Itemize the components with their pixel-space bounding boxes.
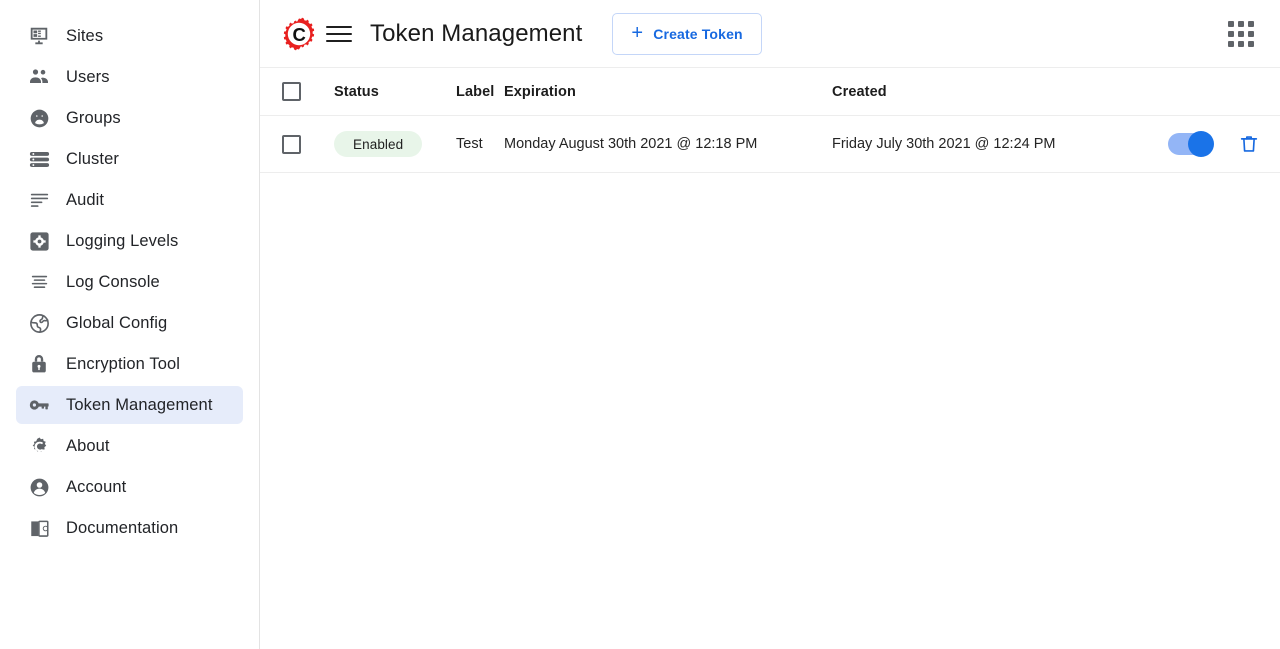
row-select-cell <box>282 134 334 154</box>
sidebar-item-encryption-tool[interactable]: Encryption Tool <box>16 345 243 383</box>
sidebar-item-account[interactable]: Account <box>16 468 243 506</box>
sidebar-item-logging-levels[interactable]: Logging Levels <box>16 222 243 260</box>
sidebar-item-groups[interactable]: Groups <box>16 99 243 137</box>
global-config-icon <box>26 310 52 336</box>
column-header-expiration[interactable]: Expiration <box>504 84 832 100</box>
sidebar-item-label: About <box>66 436 110 455</box>
top-bar: C Token Management + Create Token <box>260 0 1280 68</box>
app-root: Sites Users Groups Cluster Audit Logging… <box>0 0 1280 649</box>
sidebar-item-documentation[interactable]: Documentation <box>16 509 243 547</box>
sidebar-item-label: Global Config <box>66 313 168 332</box>
sidebar-item-log-console[interactable]: Log Console <box>16 263 243 301</box>
created-cell: Friday July 30th 2021 @ 12:24 PM <box>832 136 1056 152</box>
status-cell: Enabled <box>334 131 456 157</box>
users-icon <box>26 64 52 90</box>
row-actions-cell <box>1138 131 1260 157</box>
column-header-created[interactable]: Created <box>832 84 1138 100</box>
sites-icon <box>26 23 52 49</box>
label-cell: Test <box>456 136 483 152</box>
select-all-checkbox[interactable] <box>282 82 301 101</box>
sidebar-item-label: Sites <box>66 26 104 45</box>
log-console-icon <box>26 269 52 295</box>
plus-icon: + <box>631 21 644 44</box>
enable-toggle[interactable] <box>1168 131 1214 157</box>
sidebar-item-label: Audit <box>66 190 105 209</box>
sidebar-item-label: Account <box>66 477 127 496</box>
sidebar-item-sites[interactable]: Sites <box>16 17 243 55</box>
groups-icon <box>26 105 52 131</box>
token-management-icon <box>26 392 52 418</box>
about-icon <box>26 433 52 459</box>
sidebar-item-label: Log Console <box>66 272 160 291</box>
trash-icon[interactable] <box>1238 132 1260 156</box>
sidebar-item-audit[interactable]: Audit <box>16 181 243 219</box>
sidebar-item-about[interactable]: About <box>16 427 243 465</box>
account-icon <box>26 474 52 500</box>
sidebar-item-label: Documentation <box>66 518 179 537</box>
apps-grid-icon[interactable] <box>1228 20 1254 47</box>
encryption-tool-icon <box>26 351 52 377</box>
gear-c-logo-icon: C <box>282 17 316 51</box>
documentation-icon <box>26 515 52 541</box>
sidebar-item-global-config[interactable]: Global Config <box>16 304 243 342</box>
sidebar-item-cluster[interactable]: Cluster <box>16 140 243 178</box>
cluster-icon <box>26 146 52 172</box>
status-badge: Enabled <box>334 131 423 157</box>
main-content: C Token Management + Create Token Status… <box>260 0 1280 649</box>
table-row[interactable]: Enabled Test Monday August 30th 2021 @ 1… <box>260 116 1280 173</box>
tokens-table: Status Label Expiration Created Enabled … <box>260 68 1280 649</box>
column-header-label[interactable]: Label <box>456 84 504 100</box>
sidebar-item-token-management[interactable]: Token Management <box>16 386 243 424</box>
sidebar: Sites Users Groups Cluster Audit Logging… <box>0 0 260 649</box>
sidebar-item-label: Token Management <box>66 395 213 414</box>
column-header-status[interactable]: Status <box>334 84 456 100</box>
row-checkbox[interactable] <box>282 134 301 154</box>
sidebar-item-label: Cluster <box>66 149 119 168</box>
hamburger-menu-icon[interactable] <box>324 19 354 49</box>
table-header-row: Status Label Expiration Created <box>260 68 1280 116</box>
expiration-cell: Monday August 30th 2021 @ 12:18 PM <box>504 136 758 152</box>
create-token-label: Create Token <box>653 25 743 42</box>
sidebar-item-users[interactable]: Users <box>16 58 243 96</box>
create-token-button[interactable]: + Create Token <box>612 12 762 55</box>
page-title: Token Management <box>370 19 583 47</box>
logging-levels-icon <box>26 228 52 254</box>
toggle-knob <box>1188 131 1214 157</box>
sidebar-item-label: Encryption Tool <box>66 354 181 373</box>
select-all-cell <box>282 82 334 101</box>
audit-icon <box>26 187 52 213</box>
sidebar-item-label: Logging Levels <box>66 231 179 250</box>
sidebar-item-label: Users <box>66 67 110 86</box>
svg-text:C: C <box>293 24 306 45</box>
sidebar-item-label: Groups <box>66 108 121 127</box>
